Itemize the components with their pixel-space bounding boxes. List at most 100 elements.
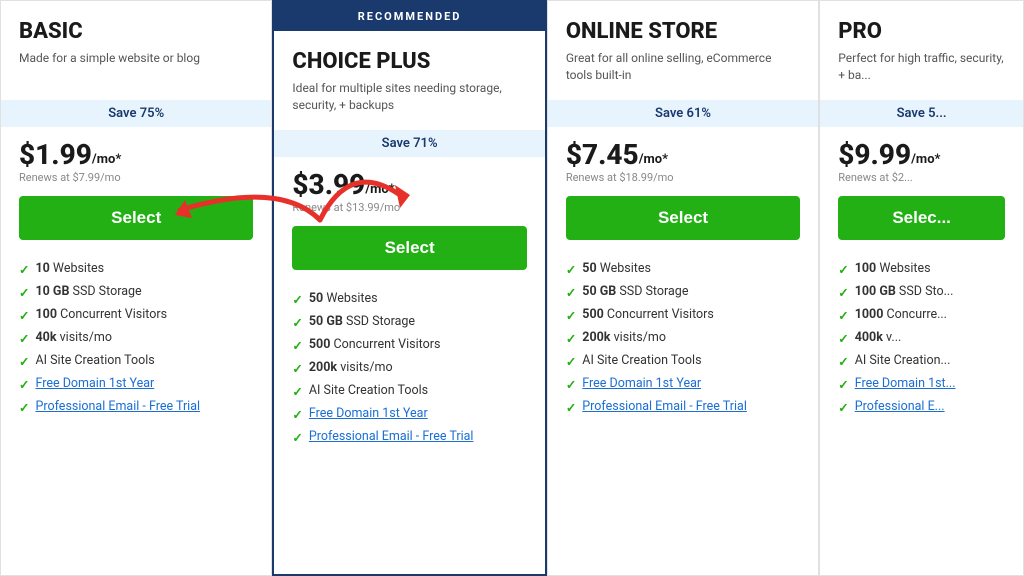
plan-header-online-store: ONLINE STORE Great for all online sellin… xyxy=(548,1,818,94)
price-main-pro: $9.99 /mo* xyxy=(838,141,1005,169)
check-icon: ✓ xyxy=(566,331,576,347)
feature-link-basic-6[interactable]: Professional Email - Free Trial xyxy=(35,399,200,414)
feature-text-choice-plus-4: AI Site Creation Tools xyxy=(309,383,428,398)
feature-item-online-store-3: ✓ 200k visits/mo xyxy=(566,327,800,350)
feature-text-choice-plus-3: 200k visits/mo xyxy=(309,360,393,375)
feature-item-pro-3: ✓ 400k v... xyxy=(838,327,1005,350)
select-button-basic[interactable]: Select xyxy=(19,196,253,240)
check-icon: ✓ xyxy=(838,400,848,416)
check-icon: ✓ xyxy=(566,308,576,324)
check-icon: ✓ xyxy=(566,400,576,416)
feature-item-choice-plus-4: ✓ AI Site Creation Tools xyxy=(292,380,526,403)
price-section-pro: $9.99 /mo* Renews at $2... xyxy=(820,133,1023,196)
feature-item-pro-5: ✓ Free Domain 1st... xyxy=(838,373,1005,396)
feature-text-pro-3: 400k v... xyxy=(855,330,902,345)
feature-link-online-store-5[interactable]: Free Domain 1st Year xyxy=(582,376,701,391)
price-suffix-online-store: /mo* xyxy=(639,152,668,167)
feature-link-online-store-6[interactable]: Professional Email - Free Trial xyxy=(582,399,747,414)
plan-name-online-store: ONLINE STORE xyxy=(566,19,800,44)
feature-text-pro-0: 100 Websites xyxy=(855,261,931,276)
feature-text-online-store-2: 500 Concurrent Visitors xyxy=(582,307,714,322)
feature-text-pro-2: 1000 Concurre... xyxy=(855,307,947,322)
feature-link-pro-6[interactable]: Professional E... xyxy=(855,399,945,414)
price-dollar-choice-plus: $3.99 xyxy=(292,171,365,199)
select-button-choice-plus[interactable]: Select xyxy=(292,226,526,270)
price-renews-online-store: Renews at $18.99/mo xyxy=(566,171,800,184)
feature-item-basic-0: ✓ 10 Websites xyxy=(19,258,253,281)
plan-card-basic: BASIC Made for a simple website or blog … xyxy=(0,0,272,576)
check-icon: ✓ xyxy=(19,308,29,324)
plan-header-choice-plus: CHOICE PLUS Ideal for multiple sites nee… xyxy=(274,31,544,124)
feature-item-basic-2: ✓ 100 Concurrent Visitors xyxy=(19,304,253,327)
feature-link-basic-5[interactable]: Free Domain 1st Year xyxy=(35,376,154,391)
feature-item-pro-0: ✓ 100 Websites xyxy=(838,258,1005,281)
feature-text-basic-2: 100 Concurrent Visitors xyxy=(35,307,167,322)
plan-desc-online-store: Great for all online selling, eCommerce … xyxy=(566,50,800,84)
plan-name-choice-plus: CHOICE PLUS xyxy=(292,49,526,74)
price-dollar-pro: $9.99 xyxy=(838,141,911,169)
feature-text-choice-plus-2: 500 Concurrent Visitors xyxy=(309,337,441,352)
plan-name-pro: PRO xyxy=(838,19,1005,44)
savings-bar-pro: Save 5... xyxy=(820,100,1023,127)
check-icon: ✓ xyxy=(19,262,29,278)
savings-bar-choice-plus: Save 71% xyxy=(274,130,544,157)
plan-header-basic: BASIC Made for a simple website or blog xyxy=(1,1,271,94)
savings-bar-online-store: Save 61% xyxy=(548,100,818,127)
check-icon: ✓ xyxy=(566,354,576,370)
check-icon: ✓ xyxy=(838,308,848,324)
price-main-basic: $1.99 /mo* xyxy=(19,141,253,169)
feature-link-choice-plus-5[interactable]: Free Domain 1st Year xyxy=(309,406,428,421)
feature-item-basic-5: ✓ Free Domain 1st Year xyxy=(19,373,253,396)
features-list-choice-plus: ✓ 50 Websites ✓ 50 GB SSD Storage ✓ 500 … xyxy=(274,280,544,457)
check-icon: ✓ xyxy=(838,331,848,347)
price-suffix-basic: /mo* xyxy=(92,152,121,167)
recommended-badge: RECOMMENDED xyxy=(274,2,544,31)
feature-text-choice-plus-0: 50 Websites xyxy=(309,291,378,306)
feature-item-pro-6: ✓ Professional E... xyxy=(838,396,1005,419)
check-icon: ✓ xyxy=(19,354,29,370)
check-icon: ✓ xyxy=(566,377,576,393)
plan-header-pro: PRO Perfect for high traffic, security, … xyxy=(820,1,1023,94)
features-list-basic: ✓ 10 Websites ✓ 10 GB SSD Storage ✓ 100 … xyxy=(1,250,271,427)
feature-text-basic-4: AI Site Creation Tools xyxy=(35,353,154,368)
select-button-online-store[interactable]: Select xyxy=(566,196,800,240)
plan-desc-basic: Made for a simple website or blog xyxy=(19,50,253,84)
check-icon: ✓ xyxy=(292,430,302,446)
features-list-online-store: ✓ 50 Websites ✓ 50 GB SSD Storage ✓ 500 … xyxy=(548,250,818,427)
check-icon: ✓ xyxy=(19,285,29,301)
feature-item-basic-4: ✓ AI Site Creation Tools xyxy=(19,350,253,373)
check-icon: ✓ xyxy=(19,400,29,416)
feature-text-basic-0: 10 Websites xyxy=(35,261,104,276)
check-icon: ✓ xyxy=(292,361,302,377)
feature-link-pro-5[interactable]: Free Domain 1st... xyxy=(855,376,956,391)
check-icon: ✓ xyxy=(566,285,576,301)
feature-item-basic-3: ✓ 40k visits/mo xyxy=(19,327,253,350)
price-section-choice-plus: $3.99 /mo* Renews at $13.99/mo xyxy=(274,163,544,226)
plan-name-basic: BASIC xyxy=(19,19,253,44)
check-icon: ✓ xyxy=(292,292,302,308)
feature-item-pro-1: ✓ 100 GB SSD Sto... xyxy=(838,281,1005,304)
feature-link-choice-plus-6[interactable]: Professional Email - Free Trial xyxy=(309,429,474,444)
check-icon: ✓ xyxy=(292,338,302,354)
price-suffix-choice-plus: /mo* xyxy=(365,182,394,197)
feature-item-choice-plus-1: ✓ 50 GB SSD Storage xyxy=(292,311,526,334)
price-section-basic: $1.99 /mo* Renews at $7.99/mo xyxy=(1,133,271,196)
feature-item-online-store-1: ✓ 50 GB SSD Storage xyxy=(566,281,800,304)
feature-item-online-store-5: ✓ Free Domain 1st Year xyxy=(566,373,800,396)
select-button-pro[interactable]: Selec... xyxy=(838,196,1005,240)
feature-item-basic-6: ✓ Professional Email - Free Trial xyxy=(19,396,253,419)
plan-desc-pro: Perfect for high traffic, security, + ba… xyxy=(838,50,1005,84)
feature-text-pro-1: 100 GB SSD Sto... xyxy=(855,284,954,299)
check-icon: ✓ xyxy=(292,315,302,331)
price-renews-pro: Renews at $2... xyxy=(838,171,1005,184)
price-main-choice-plus: $3.99 /mo* xyxy=(292,171,526,199)
price-renews-basic: Renews at $7.99/mo xyxy=(19,171,253,184)
price-main-online-store: $7.45 /mo* xyxy=(566,141,800,169)
feature-item-pro-4: ✓ AI Site Creation... xyxy=(838,350,1005,373)
price-section-online-store: $7.45 /mo* Renews at $18.99/mo xyxy=(548,133,818,196)
feature-item-choice-plus-3: ✓ 200k visits/mo xyxy=(292,357,526,380)
feature-item-choice-plus-0: ✓ 50 Websites xyxy=(292,288,526,311)
check-icon: ✓ xyxy=(19,377,29,393)
feature-item-choice-plus-2: ✓ 500 Concurrent Visitors xyxy=(292,334,526,357)
price-dollar-basic: $1.99 xyxy=(19,141,92,169)
